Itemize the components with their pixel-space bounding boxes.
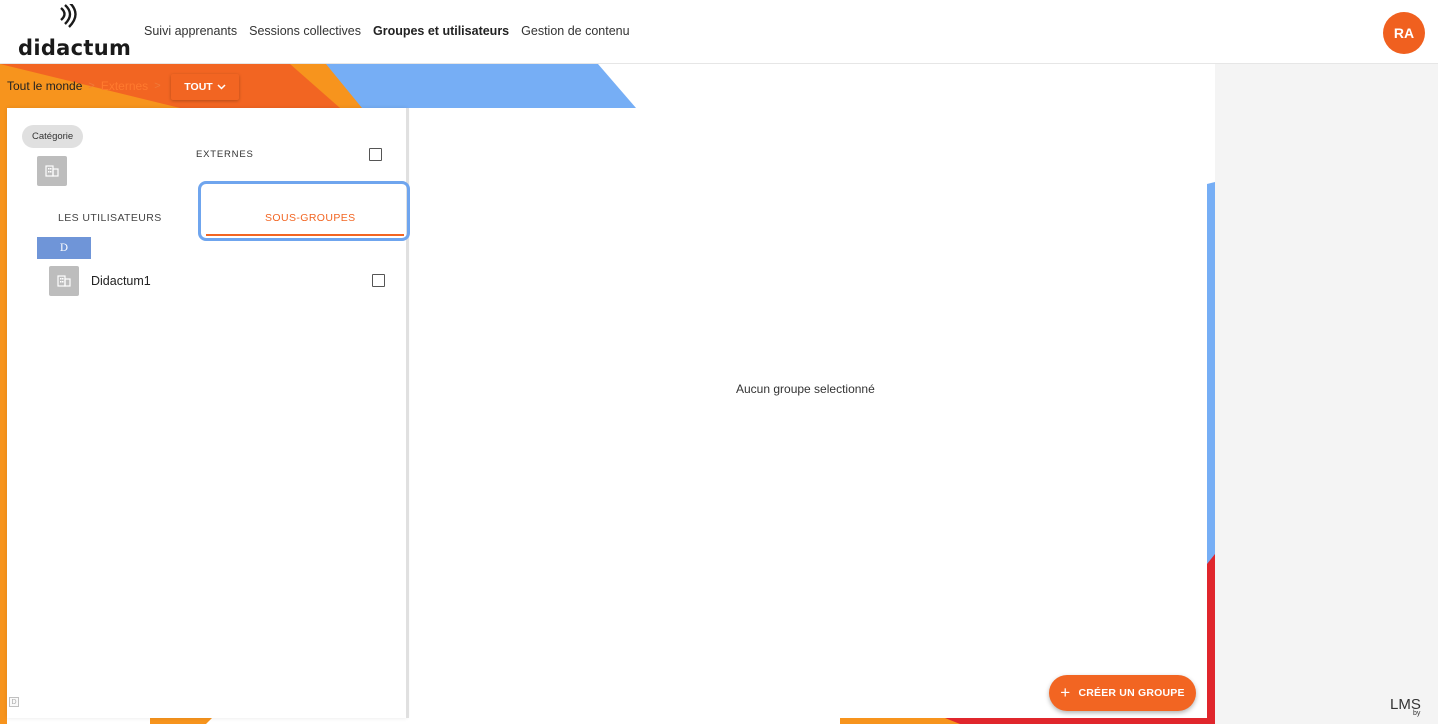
breadcrumb-separator: > [88, 80, 95, 92]
group-select-checkbox[interactable] [369, 148, 382, 161]
top-navigation-bar: didactum Suivi apprenants Sessions colle… [0, 0, 1438, 64]
create-group-label: CRÉER UN GROUPE [1078, 687, 1185, 699]
filter-dropdown-button[interactable]: TOUT [171, 74, 239, 100]
group-name: EXTERNES [196, 149, 254, 160]
create-group-button[interactable]: + CRÉER UN GROUPE [1049, 675, 1196, 711]
user-avatar[interactable]: RA [1383, 12, 1425, 54]
filter-dropdown-label: TOUT [184, 81, 213, 93]
nav-sessions-collectives[interactable]: Sessions collectives [249, 24, 361, 38]
tab-focus-highlight [198, 181, 410, 241]
alphabet-section-header: D [37, 237, 91, 259]
group-content-panel [410, 108, 1207, 718]
nav-suivi-apprenants[interactable]: Suivi apprenants [144, 24, 237, 38]
breadcrumb-current[interactable]: Externes [101, 79, 148, 93]
subgroup-item-checkbox[interactable] [372, 274, 385, 287]
building-icon [49, 266, 79, 296]
nav-gestion-de-contenu[interactable]: Gestion de contenu [521, 24, 629, 38]
plus-icon: + [1060, 683, 1071, 702]
side-gutter [1215, 64, 1438, 724]
footer-badge: D [9, 697, 19, 707]
tab-users[interactable]: LES UTILISATEURS [58, 212, 162, 224]
nav-groupes-et-utilisateurs[interactable]: Groupes et utilisateurs [373, 24, 509, 38]
building-icon [37, 156, 67, 186]
breadcrumb-root[interactable]: Tout le monde [7, 79, 82, 93]
subgroup-item-label[interactable]: Didactum1 [91, 274, 151, 288]
chevron-down-icon [217, 81, 226, 93]
lms-by-label: by [1413, 710, 1421, 717]
category-chip: Catégorie [22, 125, 84, 148]
empty-state-message: Aucun groupe selectionné [736, 382, 875, 396]
main-nav: Suivi apprenants Sessions collectives Gr… [144, 24, 630, 38]
breadcrumb-separator: > [154, 80, 161, 92]
logo[interactable]: didactum [18, 36, 131, 60]
breadcrumb: Tout le monde > Externes > [7, 79, 161, 93]
